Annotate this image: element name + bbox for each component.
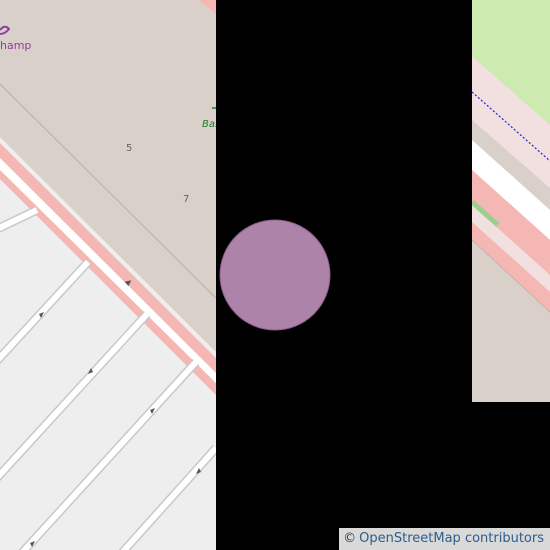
map-tile-left: hamp Bas 5 7 [0,0,216,550]
tile-left-graphics: hamp Bas 5 7 [0,0,216,550]
copyright-icon: © [343,531,357,546]
location-marker[interactable] [219,219,331,331]
map-tile-right [472,0,550,402]
house-number: 7 [183,194,189,205]
osm-attribution-link[interactable]: OpenStreetMap contributors [359,531,544,546]
tile-right-graphics [472,0,550,402]
poi-label: hamp [0,39,31,52]
map-attribution: © OpenStreetMap contributors [339,528,550,550]
house-number: 5 [126,143,132,154]
green-label: Bas [202,119,216,130]
map-viewport[interactable]: hamp Bas 5 7 ©OpenStreetMap contributors [0,0,550,550]
